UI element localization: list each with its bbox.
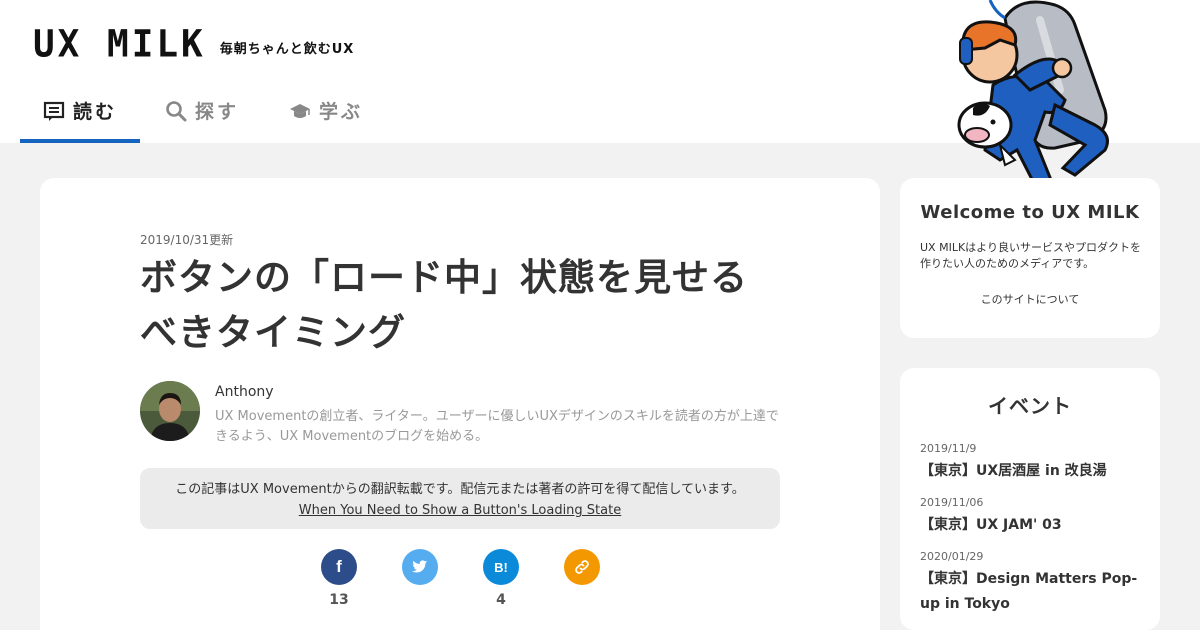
nav-item-learn[interactable]: 学ぶ	[264, 78, 388, 143]
welcome-title: Welcome to UX MILK	[920, 202, 1140, 223]
author-avatar[interactable]	[140, 381, 200, 441]
event-link[interactable]: 【東京】UX JAM' 03	[920, 513, 1145, 538]
event-link[interactable]: 【東京】Design Matters Pop-up in Tokyo	[920, 567, 1145, 617]
welcome-description: UX MILKはより良いサービスやプロダクトを作りたい人のためのメディアです。	[920, 241, 1141, 270]
event-date: 2019/11/9	[920, 442, 977, 455]
event-link[interactable]: 【東京】UX居酒屋 in 改良湯	[920, 459, 1145, 484]
source-article-link[interactable]: When You Need to Show a Button's Loading…	[299, 503, 621, 518]
nav-item-search[interactable]: 探す	[140, 78, 264, 143]
article-date: 2019/10/31更新	[140, 233, 234, 247]
mascot-illustration	[957, 0, 1109, 197]
article-title: ボタンの「ロード中」状態を見せるべきタイミング	[140, 256, 748, 354]
event-date: 2019/11/06	[920, 496, 984, 509]
author-bio: UX Movementの創立者、ライター。ユーザーに優しいUXデザインのスキルを…	[215, 409, 779, 444]
twitter-icon	[412, 560, 428, 573]
nav-item-label: 読む	[72, 101, 117, 123]
graduation-cap-icon	[289, 103, 310, 118]
read-icon	[43, 101, 65, 121]
nav-item-label: 学ぶ	[318, 101, 363, 123]
avatar-photo	[140, 381, 200, 441]
events-card: イベント 2019/11/9 【東京】UX居酒屋 in 改良湯 2019/11/…	[900, 368, 1160, 630]
twitter-share-button[interactable]	[402, 549, 438, 585]
facebook-share-button[interactable]: f	[321, 549, 357, 585]
hatena-bookmark-icon: B!	[494, 559, 508, 575]
author-name[interactable]: Anthony	[215, 384, 274, 400]
hatena-bookmark-count: 4	[496, 592, 506, 608]
logo-tagline: 毎朝ちゃんと飲むUX	[219, 42, 355, 57]
main-nav: 読む 探す 学ぶ	[20, 78, 388, 143]
nav-item-read[interactable]: 読む	[20, 78, 140, 143]
article-card: 2019/10/31更新 ボタンの「ロード中」状態を見せるべきタイミング Ant…	[40, 178, 880, 630]
translation-notice: この記事はUX Movementからの翻訳転載です。配信元または著者の許可を得て…	[140, 468, 780, 529]
event-date: 2020/01/29	[920, 550, 984, 563]
copy-link-button[interactable]	[564, 549, 600, 585]
about-site-link[interactable]: このサイトについて	[900, 291, 1160, 307]
hatena-bookmark-button[interactable]: B!	[483, 549, 519, 585]
welcome-card: Welcome to UX MILK UX MILKはより良いサービスやプロダク…	[900, 178, 1160, 338]
nav-item-label: 探す	[194, 101, 239, 123]
facebook-icon: f	[336, 557, 342, 576]
site-logo[interactable]: UX MILK 毎朝ちゃんと飲むUX	[33, 22, 355, 66]
link-icon	[575, 560, 589, 574]
search-icon	[166, 100, 187, 121]
logo-text: UX MILK	[33, 22, 206, 66]
facebook-share-count: 13	[329, 592, 349, 608]
events-title: イベント	[988, 394, 1072, 418]
notice-text: この記事はUX Movementからの翻訳転載です。配信元または著者の許可を得て…	[175, 482, 745, 497]
